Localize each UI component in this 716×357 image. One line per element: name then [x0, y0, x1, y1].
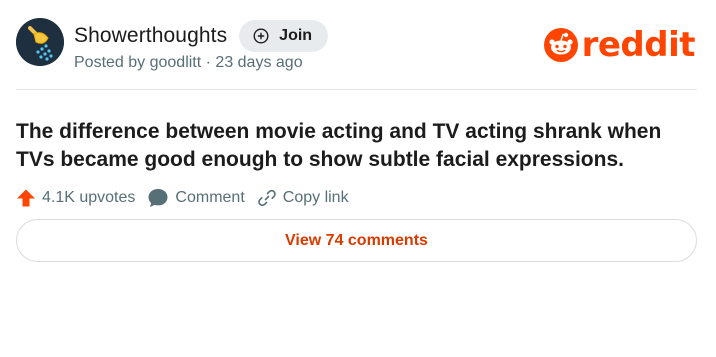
comment-button[interactable]: Comment	[147, 187, 245, 209]
upvote-arrow-icon	[17, 189, 35, 207]
shower-head-icon	[16, 18, 64, 66]
post-title[interactable]: The difference between movie acting and …	[16, 118, 697, 174]
post-header: Showerthoughts Join Posted by goodlitt ·…	[16, 18, 697, 72]
comment-label: Comment	[175, 189, 245, 206]
view-comments-button[interactable]: View 74 comments	[16, 219, 697, 262]
plus-circle-icon	[253, 28, 269, 44]
copy-link-label: Copy link	[282, 189, 349, 206]
action-bar: 4.1K upvotes Comment Copy link	[16, 186, 361, 210]
post-meta: Showerthoughts Join Posted by goodlitt ·…	[74, 18, 329, 72]
meta-top-row: Showerthoughts Join	[74, 18, 329, 54]
upvote-button[interactable]: 4.1K upvotes	[16, 188, 135, 208]
view-comments-label: View 74 comments	[285, 231, 428, 249]
reddit-snoo-icon	[543, 28, 578, 62]
community-name[interactable]: Showerthoughts	[74, 24, 227, 48]
copy-link-button[interactable]: Copy link	[257, 188, 349, 208]
join-label: Join	[279, 27, 313, 44]
reddit-wordmark: reddit	[581, 25, 696, 65]
community-avatar[interactable]	[16, 18, 64, 66]
reddit-logo[interactable]: reddit	[543, 25, 696, 65]
chain-link-icon	[257, 189, 276, 207]
post-card: Showerthoughts Join Posted by goodlitt ·…	[16, 18, 697, 262]
join-button[interactable]: Join	[239, 20, 329, 52]
upvote-count: 4.1K upvotes	[42, 189, 136, 206]
speech-bubble-icon	[148, 189, 168, 207]
posted-by: Posted by goodlitt · 23 days ago	[74, 54, 303, 71]
header-divider	[16, 89, 697, 90]
